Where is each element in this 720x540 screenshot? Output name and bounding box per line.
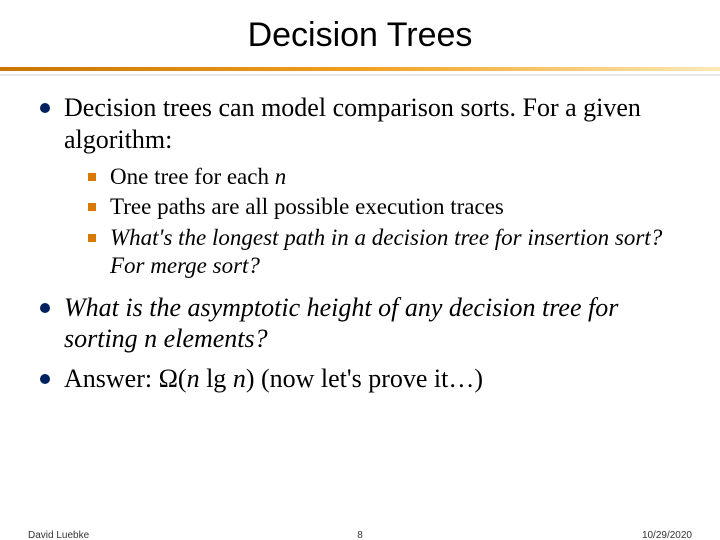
disc-bullet-icon	[40, 374, 50, 384]
sub-bullet-group: One tree for each n Tree paths are all p…	[88, 163, 680, 279]
bullet-level1: Answer: Ω(n lg n) (now let's prove it…)	[40, 363, 680, 395]
bullet-text: What's the longest path in a decision tr…	[110, 224, 680, 280]
square-bullet-icon	[88, 234, 96, 242]
footer-date: 10/29/2020	[642, 530, 692, 540]
square-bullet-icon	[88, 173, 96, 181]
bullet-level1: Decision trees can model comparison sort…	[40, 92, 680, 155]
slide-title: Decision Trees	[0, 0, 720, 67]
bullet-text: Answer: Ω(n lg n) (now let's prove it…)	[64, 363, 483, 395]
square-bullet-icon	[88, 203, 96, 211]
divider-rule	[0, 67, 720, 71]
slide: Decision Trees Decision trees can model …	[0, 0, 720, 540]
slide-body: Decision trees can model comparison sort…	[0, 76, 720, 395]
footer-page: 8	[0, 530, 720, 540]
bullet-text: Tree paths are all possible execution tr…	[110, 193, 504, 221]
bullet-level1: What is the asymptotic height of any dec…	[40, 292, 680, 355]
bullet-text: One tree for each n	[110, 163, 286, 191]
disc-bullet-icon	[40, 303, 50, 313]
bullet-text: Decision trees can model comparison sort…	[64, 92, 680, 155]
bullet-level2: Tree paths are all possible execution tr…	[88, 193, 680, 221]
disc-bullet-icon	[40, 103, 50, 113]
bullet-level2: One tree for each n	[88, 163, 680, 191]
bullet-text: What is the asymptotic height of any dec…	[64, 292, 680, 355]
bullet-level2: What's the longest path in a decision tr…	[88, 224, 680, 280]
